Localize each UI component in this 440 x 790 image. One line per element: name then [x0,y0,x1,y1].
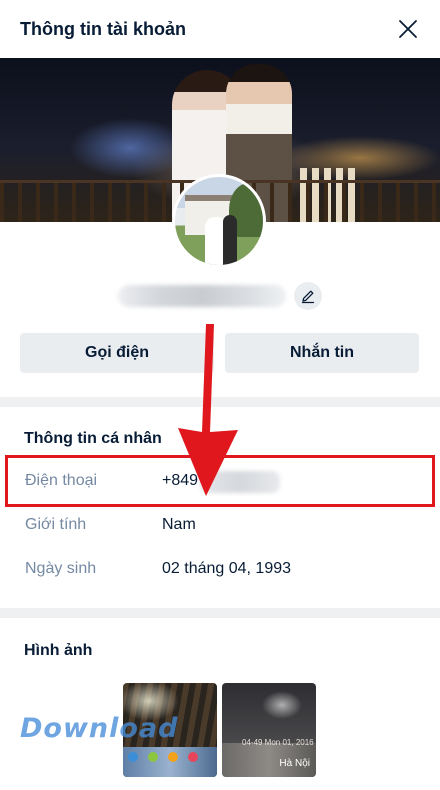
personal-info-title: Thông tin cá nhân [24,430,162,447]
watermark-dot [168,752,178,762]
modal-header: Thông tin tài khoản [0,0,440,58]
gender-value: Nam [162,516,196,533]
gender-label: Giới tính [25,516,87,533]
watermark-dots [128,752,198,762]
edit-name-button[interactable] [294,282,322,310]
profile-name-row [0,280,440,312]
pencil-icon [301,290,315,304]
message-button[interactable]: Nhắn tin [225,333,419,373]
annotation-arrow-icon [178,324,238,496]
close-icon [399,20,417,38]
watermark-logo: Download [20,713,179,744]
info-row-gender: Giới tính Nam [0,506,440,546]
photo-caption: Hà Nội [279,758,310,769]
birthday-value: 02 tháng 04, 1993 [162,560,292,577]
watermark-dot [128,752,138,762]
profile-name-blurred [118,285,286,307]
avatar-groom [223,215,237,265]
modal-title: Thông tin tài khoản [20,18,186,39]
photo-date: 04-49 Mon 01, 2016 [242,738,314,747]
section-divider [0,608,440,618]
avatar[interactable] [172,174,266,268]
watermark-dot [188,752,198,762]
info-row-birthday: Ngày sinh 02 tháng 04, 1993 [0,550,440,590]
photos-title: Hình ảnh [24,642,93,659]
watermark-dot [148,752,158,762]
close-button[interactable] [396,17,420,41]
birthday-label: Ngày sinh [25,560,97,577]
photo-thumbnail[interactable]: 04-49 Mon 01, 2016 Hà Nội [222,683,316,777]
